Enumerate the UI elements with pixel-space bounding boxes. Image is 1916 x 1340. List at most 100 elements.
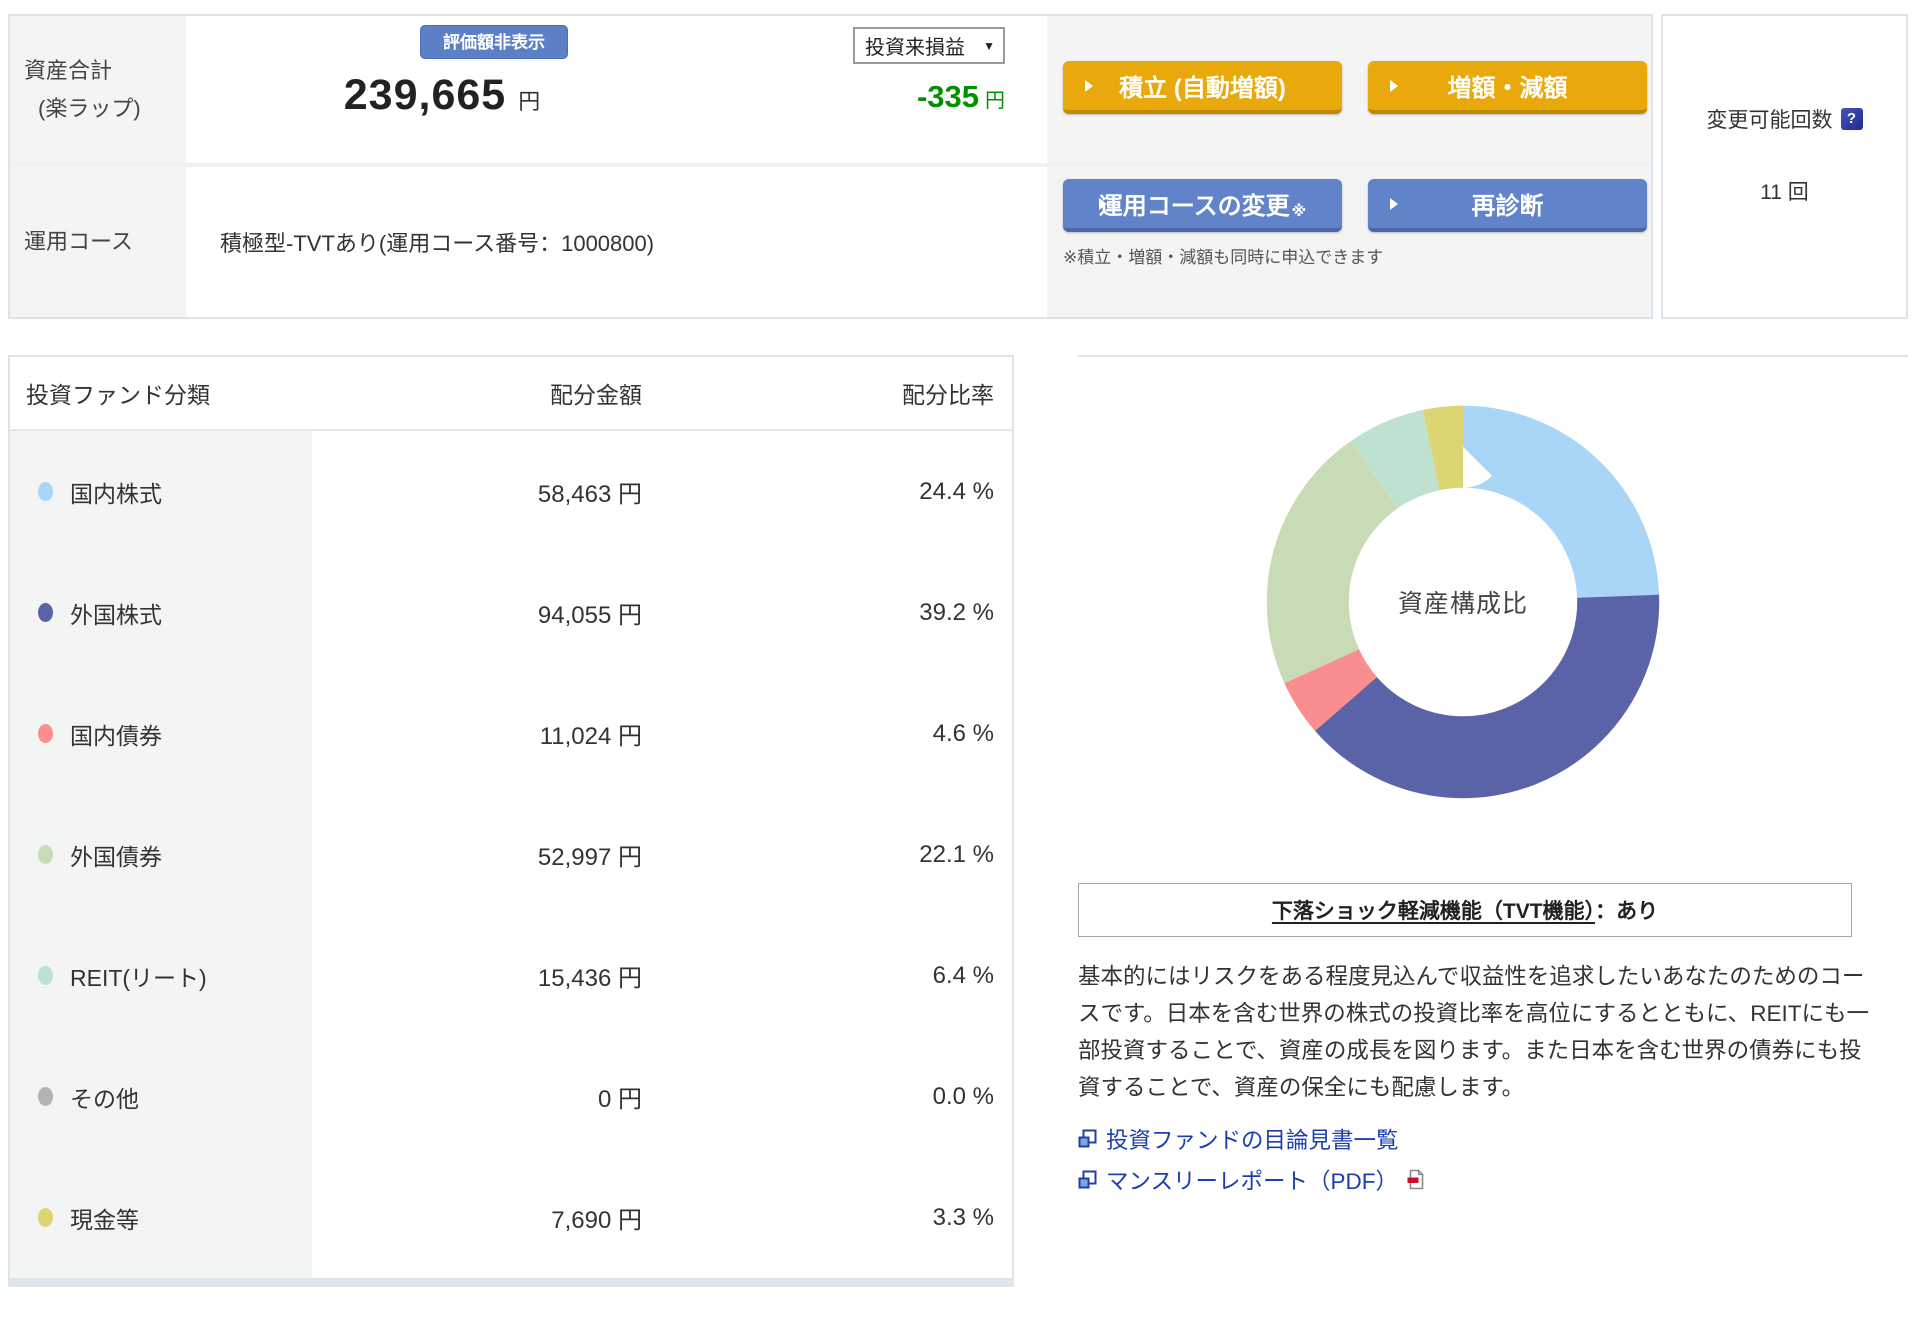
course-row-label: 運用コース xyxy=(24,229,133,255)
allocation-amount: 11,024 円 xyxy=(539,723,642,750)
category-color-dot xyxy=(38,1087,53,1106)
category-color-dot xyxy=(38,966,53,985)
allocation-amount: 7,690 円 xyxy=(551,1207,642,1234)
allocation-ratio: 4.6 % xyxy=(932,719,994,747)
fund-category-label: 現金等 xyxy=(70,1206,139,1233)
category-color-dot xyxy=(38,845,53,864)
course-value: 積極型-TVTあり(運用コース番号：1000800) xyxy=(220,231,655,256)
profit-loss-number: -335 xyxy=(916,79,979,114)
course-change-button[interactable]: 運用コースの変更 ※ xyxy=(1063,179,1342,232)
asset-total-row: 資産合計 (楽ラップ) 評価額非表示 239,665 円 投資来損益 ▼ -33… xyxy=(10,16,1651,167)
category-color-dot xyxy=(38,603,53,622)
change-count-label: 変更可能回数 xyxy=(1706,109,1833,132)
allocation-amount: 15,436 円 xyxy=(537,965,642,992)
category-color-dot xyxy=(38,482,53,501)
account-summary-section: 資産合計 (楽ラップ) 評価額非表示 239,665 円 投資来損益 ▼ -33… xyxy=(8,14,1908,319)
hide-valuation-button[interactable]: 評価額非表示 xyxy=(420,25,568,59)
table-row: 外国債券 52,997 円 22.1 % xyxy=(10,794,1012,915)
category-color-dot xyxy=(38,1208,53,1227)
monthly-report-link-text: マンスリーレポート（PDF） xyxy=(1106,1168,1399,1194)
allocation-ratio: 22.1 % xyxy=(919,840,994,868)
allocation-amount: 94,055 円 xyxy=(537,602,642,629)
total-asset-unit: 円 xyxy=(518,89,541,114)
donut-center-label: 資産構成比 xyxy=(1397,590,1529,618)
fund-category-label: 外国株式 xyxy=(70,601,162,628)
monthly-report-link[interactable]: マンスリーレポート（PDF） xyxy=(1078,1164,1908,1196)
asset-total-label-cell: 資産合計 (楽ラップ) xyxy=(10,16,186,163)
asset-total-label: 資産合計 xyxy=(24,58,113,84)
allocation-ratio: 39.2 % xyxy=(919,598,994,626)
arrow-right-icon xyxy=(1390,197,1398,210)
zougaku-button-label: 増額・減額 xyxy=(1447,75,1568,102)
table-header-row: 投資ファンド分類 配分金額 配分比率 xyxy=(10,357,1012,431)
allocation-amount: 58,463 円 xyxy=(537,481,642,508)
summary-box: 資産合計 (楽ラップ) 評価額非表示 239,665 円 投資来損益 ▼ -33… xyxy=(8,14,1653,319)
fund-category-cell: 国内株式 xyxy=(10,431,312,552)
header-fund-category: 投資ファンド分類 xyxy=(26,382,210,408)
table-row: 国内債券 11,024 円 4.6 % xyxy=(10,673,1012,794)
help-icon[interactable]: ? xyxy=(1840,108,1863,130)
table-row: 現金等 7,690 円 3.3 % xyxy=(10,1157,1012,1278)
fund-category-label: 国内株式 xyxy=(70,480,162,507)
profit-loss-dropdown-value: 投資来損益 xyxy=(865,37,965,59)
profit-loss-dropdown[interactable]: 投資来損益 ▼ xyxy=(853,27,1005,64)
fund-category-cell: REIT(リート) xyxy=(10,915,312,1036)
tvt-function-box: 下落ショック軽減機能（TVT機能）：あり xyxy=(1078,883,1852,937)
header-allocation-amount: 配分金額 xyxy=(550,382,642,408)
prospectus-link-text: 投資ファンドの目論見書一覧 xyxy=(1106,1127,1399,1153)
course-description: 基本的にはリスクをある程度見込んで収益性を追求したいあなたのためのコースです。日… xyxy=(1078,964,1870,1100)
fund-category-label: REIT(リート) xyxy=(70,964,207,991)
window-icon xyxy=(1078,1170,1097,1189)
header-allocation-ratio: 配分比率 xyxy=(902,382,994,408)
course-label-cell: 運用コース xyxy=(10,167,186,317)
fund-category-cell: 国内債券 xyxy=(10,673,312,794)
profit-loss-column: 投資来損益 ▼ -335 円 xyxy=(712,16,1047,163)
course-content: 積極型-TVTあり(運用コース番号：1000800) xyxy=(192,167,1047,317)
course-actions-area: 運用コースの変更 ※ 再診断 ※積立・増額・減額も同時に申込できます xyxy=(1047,167,1651,317)
profit-loss-unit: 円 xyxy=(985,90,1005,112)
asset-amount-column: 評価額非表示 239,665 円 xyxy=(192,16,712,163)
document-links: 投資ファンドの目論見書一覧 マンスリーレポート（PDF） xyxy=(1078,1123,1908,1196)
chevron-down-icon: ▼ xyxy=(983,38,995,53)
zougaku-gengaku-button[interactable]: 増額・減額 xyxy=(1368,61,1647,114)
tvt-title: 下落ショック軽減機能（TVT機能） xyxy=(1271,900,1596,923)
allocation-amount: 0 円 xyxy=(597,1086,642,1113)
course-row: 運用コース 積極型-TVTあり(運用コース番号：1000800) 運用コースの変… xyxy=(10,167,1651,317)
tsumitate-button-label: 積立 (自動増額) xyxy=(1119,75,1286,102)
rediagnosis-button[interactable]: 再診断 xyxy=(1368,179,1647,232)
simultaneous-note: ※積立・増額・減額も同時に申込できます xyxy=(1063,248,1384,267)
course-change-label: 運用コースの変更 xyxy=(1098,193,1290,220)
table-row: 国内株式 58,463 円 24.4 % xyxy=(10,431,1012,552)
fund-category-label: その他 xyxy=(70,1085,139,1112)
arrow-right-icon xyxy=(1085,79,1093,92)
fund-category-label: 国内債券 xyxy=(70,722,162,749)
course-change-mark: ※ xyxy=(1291,203,1307,220)
arrow-right-icon xyxy=(1099,197,1107,210)
allocation-ratio: 0.0 % xyxy=(932,1082,994,1110)
window-icon xyxy=(1078,1129,1097,1148)
profit-loss-value: -335 円 xyxy=(917,79,1005,115)
tsumitate-button[interactable]: 積立 (自動増額) xyxy=(1063,61,1342,114)
allocation-ratio: 6.4 % xyxy=(932,961,994,989)
table-row: REIT(リート) 15,436 円 6.4 % xyxy=(10,915,1012,1036)
asset-actions-area: 積立 (自動増額) 増額・減額 xyxy=(1047,16,1651,163)
prospectus-link[interactable]: 投資ファンドの目論見書一覧 xyxy=(1078,1123,1908,1155)
table-row: 外国株式 94,055 円 39.2 % xyxy=(10,552,1012,673)
table-body: 国内株式 58,463 円 24.4 % 外国株式 94,055 円 39.2 % 国内債券… xyxy=(10,431,1012,1278)
fund-category-cell: 外国株式 xyxy=(10,552,312,673)
fund-category-cell: 外国債券 xyxy=(10,794,312,915)
fund-category-cell: その他 xyxy=(10,1036,312,1157)
table-row: その他 0 円 0.0 % xyxy=(10,1036,1012,1157)
fund-category-label: 外国債券 xyxy=(70,843,162,870)
tvt-status: ：あり xyxy=(1595,900,1659,923)
portfolio-chart-column: 資産構成比 下落ショック軽減機能（TVT機能）：あり 基本的にはリスクをある程度… xyxy=(1078,355,1908,1287)
total-asset-number: 239,665 xyxy=(343,71,507,119)
asset-total-content: 評価額非表示 239,665 円 投資来損益 ▼ -335 円 xyxy=(192,16,1047,163)
fund-allocation-table: 投資ファンド分類 配分金額 配分比率 国内株式 58,463 円 24.4 % 外国株… xyxy=(8,355,1014,1287)
allocation-ratio: 24.4 % xyxy=(919,477,994,505)
asset-composition-donut-chart: 資産構成比 xyxy=(1258,397,1668,807)
change-count-value: 11 回 xyxy=(1760,181,1809,204)
arrow-right-icon xyxy=(1390,79,1398,92)
category-color-dot xyxy=(38,724,53,743)
fund-category-cell: 現金等 xyxy=(10,1157,312,1278)
